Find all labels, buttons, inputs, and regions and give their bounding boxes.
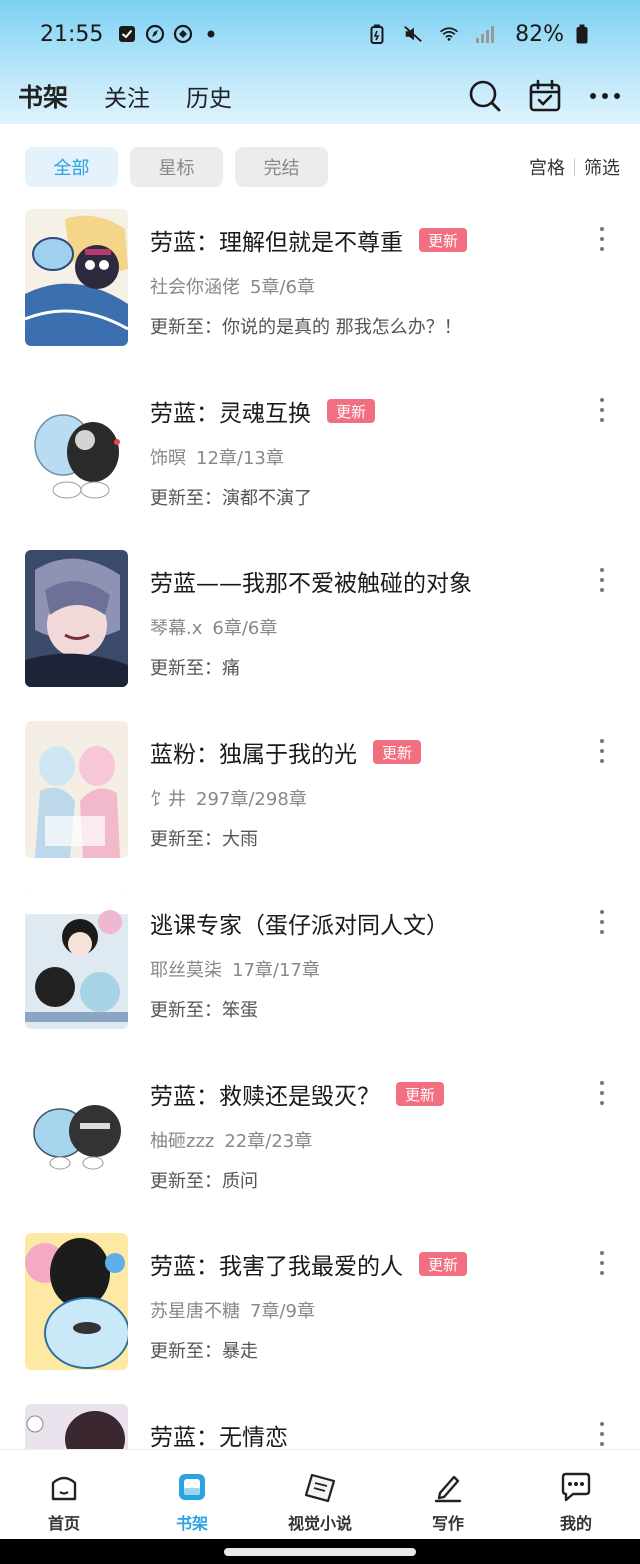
book-cover [25, 550, 128, 687]
book-cover [25, 721, 128, 858]
tab-following[interactable]: 关注 [104, 79, 150, 113]
book-chapters: 5章/6章 [250, 277, 315, 298]
update-badge: 更新 [327, 399, 376, 423]
chat-icon [559, 1470, 593, 1504]
book-cover [25, 1233, 128, 1370]
book-title: 劳蓝：救赎还是毁灭？ [150, 1084, 380, 1110]
pen-icon [431, 1470, 465, 1504]
update-badge: 更新 [373, 740, 422, 764]
book-title: 蓝粉：独属于我的光 [150, 742, 357, 768]
book-item[interactable]: 劳蓝：理解但就是不尊重 更新 社会你涵佬 5章/6章 更新至：你说的是真的 那我怎… [0, 209, 640, 346]
nav-write[interactable]: 写作 [384, 1450, 512, 1539]
more-notifications-dot-icon [201, 24, 221, 44]
filter-bar: 全部 星标 完结 宫格 筛选 [25, 147, 620, 187]
nav-me[interactable]: 我的 [512, 1450, 640, 1539]
filter-chip-completed[interactable]: 完结 [235, 147, 328, 187]
filter-chip-all[interactable]: 全部 [25, 147, 118, 187]
latest-update: 更新至：笨蛋 [150, 1000, 258, 1021]
book-title: 劳蓝：无情恋 [150, 1425, 288, 1451]
book-title: 劳蓝：我害了我最爱的人 [150, 1254, 403, 1280]
home-gesture-bar[interactable] [224, 1548, 416, 1556]
home-icon [47, 1470, 81, 1504]
nav-label: 写作 [431, 1514, 464, 1533]
latest-update: 更新至：大雨 [150, 829, 258, 850]
item-more-icon[interactable] [592, 1251, 612, 1275]
battery-saver-icon [367, 24, 387, 44]
status-time: 21:55 [40, 21, 104, 47]
nav-bookshelf[interactable]: 书架 [128, 1450, 256, 1539]
visual-novel-icon [303, 1470, 337, 1504]
book-item[interactable]: 劳蓝：我害了我最爱的人 更新 苏星唐不糖 7章/9章 更新至：暴走 [0, 1233, 640, 1370]
latest-update: 更新至：暴走 [150, 1341, 258, 1362]
latest-update: 更新至：演都不演了 [150, 488, 312, 509]
book-title: 逃课专家（蛋仔派对同人文） [150, 913, 449, 939]
search-icon[interactable] [468, 79, 502, 113]
book-item[interactable]: 蓝粉：独属于我的光 更新 饣井 297章/298章 更新至：大雨 [0, 721, 640, 858]
book-cover [25, 380, 128, 517]
divider [574, 158, 575, 176]
battery-percentage: 82% [515, 21, 564, 47]
book-chapters: 17章/17章 [232, 960, 320, 981]
app-notification-icon [173, 24, 193, 44]
book-author: 苏星唐不糖 [150, 1301, 240, 1322]
checkbox-notification-icon [117, 24, 137, 44]
latest-update: 更新至：痛 [150, 658, 240, 679]
item-more-icon[interactable] [592, 398, 612, 422]
item-more-icon[interactable] [592, 1422, 612, 1446]
mute-icon [403, 24, 423, 44]
filter-button[interactable]: 筛选 [584, 154, 620, 180]
grid-view-toggle[interactable]: 宫格 [529, 154, 565, 180]
signal-icon [475, 24, 495, 44]
bookshelf-icon [175, 1470, 209, 1504]
compass-notification-icon [145, 24, 165, 44]
book-chapters: 22章/23章 [224, 1131, 313, 1152]
update-badge: 更新 [396, 1082, 445, 1106]
book-author: 社会你涵佬 [150, 277, 240, 298]
nav-label: 我的 [559, 1514, 592, 1533]
nav-label: 书架 [175, 1514, 208, 1533]
battery-icon [572, 24, 592, 44]
latest-update: 更新至：你说的是真的 那我怎么办？！ [150, 317, 462, 338]
book-author: 耶丝莫柒 [150, 960, 222, 981]
book-cover [25, 209, 128, 346]
wifi-icon [439, 24, 459, 44]
book-cover [25, 892, 128, 1029]
more-menu-icon[interactable] [588, 79, 622, 113]
book-title: 劳蓝：灵魂互换 [150, 401, 311, 427]
book-author: 饣井 [150, 789, 186, 810]
item-more-icon[interactable] [592, 1081, 612, 1105]
book-item[interactable]: 劳蓝：灵魂互换 更新 饰暝 12章/13章 更新至：演都不演了 [0, 380, 640, 517]
book-chapters: 6章/6章 [212, 618, 278, 639]
nav-label: 视觉小说 [287, 1514, 352, 1533]
update-badge: 更新 [419, 228, 468, 252]
book-item[interactable]: 劳蓝：救赎还是毁灭？ 更新 柚砸zzz 22章/23章 更新至：质问 [0, 1063, 640, 1200]
book-item[interactable]: 劳蓝——我那不爱被触碰的对象 琴幕.x 6章/6章 更新至：痛 [0, 550, 640, 687]
item-more-icon[interactable] [592, 739, 612, 763]
book-author: 琴幕.x [150, 618, 203, 639]
item-more-icon[interactable] [592, 227, 612, 251]
bottom-nav: 首页 书架 视觉小说 写作 我的 [0, 1449, 640, 1539]
item-more-icon[interactable] [592, 910, 612, 934]
book-author: 饰暝 [150, 448, 186, 469]
book-title: 劳蓝：理解但就是不尊重 [150, 230, 403, 256]
nav-home[interactable]: 首页 [0, 1450, 128, 1539]
book-item[interactable]: 逃课专家（蛋仔派对同人文） 耶丝莫柒 17章/17章 更新至：笨蛋 [0, 892, 640, 1029]
book-chapters: 297章/298章 [196, 789, 307, 810]
book-chapters: 7章/9章 [250, 1301, 315, 1322]
latest-update: 更新至：质问 [150, 1171, 258, 1192]
tab-history[interactable]: 历史 [186, 79, 232, 113]
calendar-checkin-icon[interactable] [528, 79, 562, 113]
book-author: 柚砸zzz [150, 1131, 215, 1152]
book-cover [25, 1063, 128, 1200]
update-badge: 更新 [419, 1252, 468, 1276]
nav-visual-novel[interactable]: 视觉小说 [256, 1450, 384, 1539]
top-nav: 书架 关注 历史 [0, 68, 640, 124]
book-chapters: 12章/13章 [196, 448, 284, 469]
nav-label: 首页 [47, 1514, 80, 1533]
item-more-icon[interactable] [592, 568, 612, 592]
status-bar: 21:55 82% [0, 0, 640, 68]
tab-bookshelf[interactable]: 书架 [18, 78, 68, 114]
book-title: 劳蓝——我那不爱被触碰的对象 [150, 571, 472, 597]
filter-chip-starred[interactable]: 星标 [130, 147, 223, 187]
